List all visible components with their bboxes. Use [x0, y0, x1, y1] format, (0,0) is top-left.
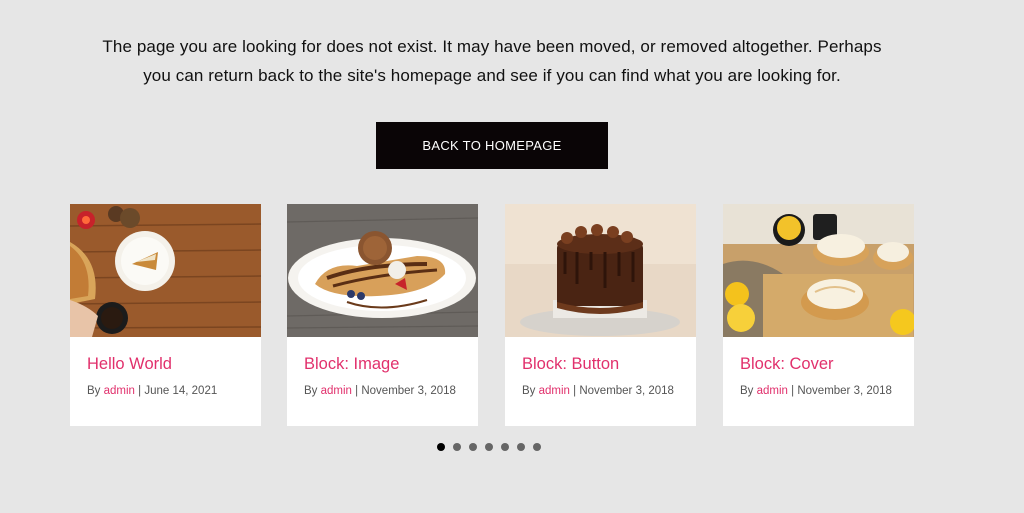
post-title[interactable]: Block: Image — [304, 355, 399, 374]
post-meta: By admin | June 14, 2021 — [87, 385, 217, 397]
post-date: November 3, 2018 — [361, 385, 456, 397]
post-thumbnail-cake[interactable] — [505, 204, 696, 337]
post-meta: By admin | November 3, 2018 — [304, 385, 456, 397]
post-thumbnail-lemon-tarts[interactable] — [723, 204, 914, 337]
post-card: Hello World By admin | June 14, 2021 — [70, 204, 261, 426]
post-title[interactable]: Block: Cover — [740, 355, 834, 374]
post-date: November 3, 2018 — [797, 385, 892, 397]
carousel-dot[interactable] — [517, 443, 525, 451]
post-meta: By admin | November 3, 2018 — [522, 385, 674, 397]
post-author-link[interactable]: admin — [757, 385, 788, 397]
post-date: June 14, 2021 — [144, 385, 218, 397]
post-thumbnail-pie[interactable] — [70, 204, 261, 337]
post-by-label: By — [304, 385, 321, 397]
carousel-dot[interactable] — [469, 443, 477, 451]
post-thumbnail-crepe[interactable] — [287, 204, 478, 337]
carousel-dot[interactable] — [453, 443, 461, 451]
post-by-label: By — [87, 385, 104, 397]
carousel-dot[interactable] — [437, 443, 445, 451]
post-date: November 3, 2018 — [579, 385, 674, 397]
message-line-2: you can return back to the site's homepa… — [143, 66, 841, 85]
post-meta-separator: | — [569, 385, 580, 397]
carousel-pagination — [437, 443, 541, 451]
post-meta-separator: | — [787, 385, 798, 397]
post-by-label: By — [740, 385, 757, 397]
post-meta-separator: | — [134, 385, 145, 397]
post-by-label: By — [522, 385, 539, 397]
post-card: Block: Cover By admin | November 3, 2018 — [723, 204, 914, 426]
post-author-link[interactable]: admin — [539, 385, 570, 397]
carousel-dot[interactable] — [501, 443, 509, 451]
post-author-link[interactable]: admin — [104, 385, 135, 397]
carousel-dot[interactable] — [533, 443, 541, 451]
post-card: Block: Button By admin | November 3, 201… — [505, 204, 696, 426]
post-card: Block: Image By admin | November 3, 2018 — [287, 204, 478, 426]
post-meta: By admin | November 3, 2018 — [740, 385, 892, 397]
not-found-message: The page you are looking for does not ex… — [70, 32, 914, 90]
error-404-page: The page you are looking for does not ex… — [0, 0, 1024, 513]
post-meta-separator: | — [351, 385, 362, 397]
message-line-1: The page you are looking for does not ex… — [102, 37, 882, 56]
post-author-link[interactable]: admin — [321, 385, 352, 397]
carousel-dot[interactable] — [485, 443, 493, 451]
back-to-homepage-button[interactable]: BACK TO HOMEPAGE — [376, 122, 608, 169]
post-title[interactable]: Hello World — [87, 355, 172, 374]
post-title[interactable]: Block: Button — [522, 355, 619, 374]
